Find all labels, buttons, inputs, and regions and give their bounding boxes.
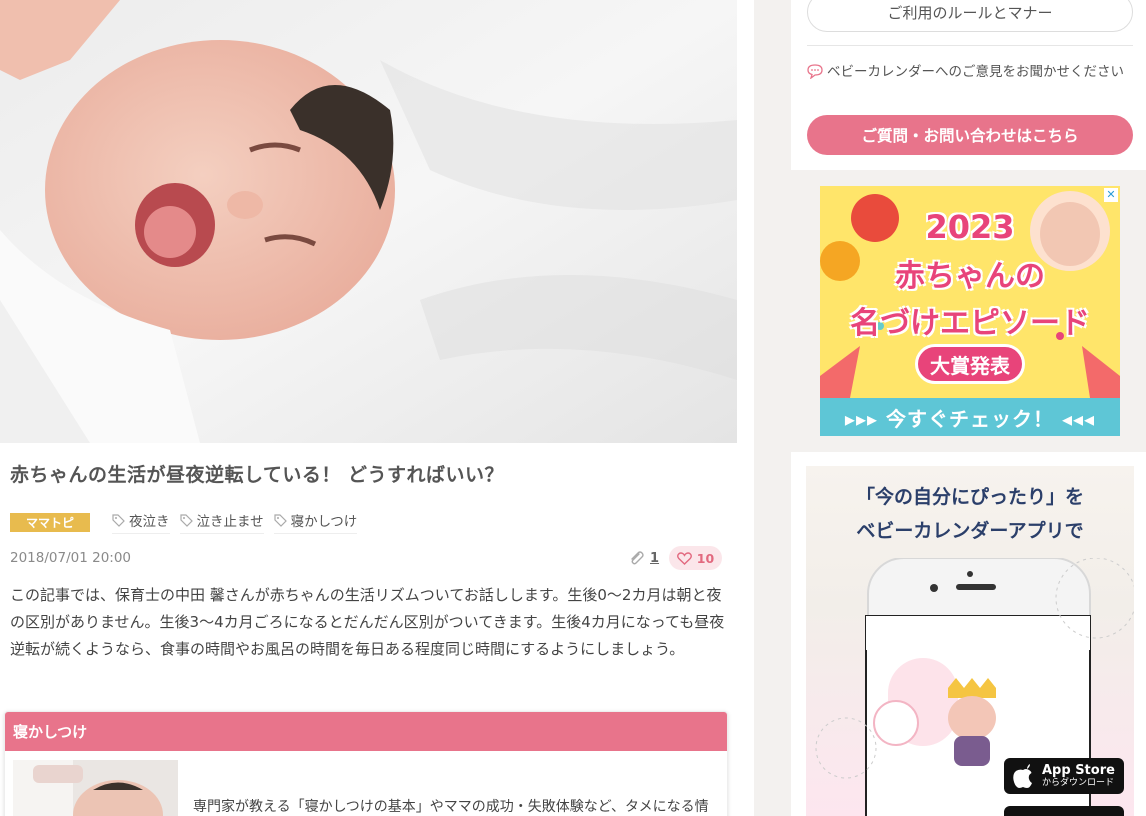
- app-promo-ad[interactable]: 「今の自分にぴったり」を ベビーカレンダーアプリで App Store からダウ…: [806, 466, 1134, 816]
- article-hero-image: [0, 0, 737, 443]
- apple-icon: [1013, 764, 1032, 788]
- tag-label: 泣き止ませ: [196, 514, 264, 530]
- app-store-badge[interactable]: App Store からダウンロード: [1004, 758, 1124, 794]
- clip-button[interactable]: 1: [628, 550, 659, 566]
- sidebar-support-box: ご利用のルールとマナー ベビーカレンダーへのご意見をお聞かせください ご質問・お…: [791, 0, 1146, 170]
- ad-headline-2: 名づけエピソード: [850, 306, 1090, 341]
- close-icon[interactable]: ✕: [1104, 188, 1118, 202]
- tag-icon: [274, 513, 287, 527]
- ad-year: 2023: [925, 208, 1015, 246]
- contact-button[interactable]: ご質問・お問い合わせはこちら: [807, 115, 1133, 155]
- related-thumbnail[interactable]: [13, 760, 178, 816]
- feedback-text: ベビーカレンダーへのご意見をお聞かせください: [807, 62, 1133, 83]
- related-description: 専門家が教える「寝かしつけの基本」やママの成功・失敗体験など、タメになる情: [193, 799, 709, 815]
- article-date: 2018/07/01 20:00: [10, 550, 132, 566]
- tag-icon: [112, 513, 125, 527]
- app-promo-line-1: 「今の自分にぴったり」を: [855, 486, 1084, 508]
- article-meta: ママトピ 夜泣き 泣き止ませ 寝かしつけ: [10, 510, 358, 534]
- article-title: 赤ちゃんの生活が昼夜逆転している！ どうすればいい？: [10, 464, 505, 486]
- tag-link[interactable]: 寝かしつけ: [273, 510, 358, 534]
- tag-link[interactable]: 泣き止ませ: [179, 510, 264, 534]
- ad-cta[interactable]: ▸▸▸ 今すぐチェック！ ◂◂◂: [820, 398, 1120, 436]
- google-play-badge[interactable]: [1004, 806, 1124, 816]
- tag-link[interactable]: 夜泣き: [112, 510, 170, 534]
- app-store-subtitle: からダウンロード: [1042, 777, 1115, 788]
- feedback-label: ベビーカレンダーへのご意見をお聞かせください: [827, 64, 1124, 80]
- ad-headline-1: 赤ちゃんの: [895, 259, 1045, 294]
- ad-award-badge: 大賞発表: [915, 344, 1025, 384]
- speech-bubble-icon: [807, 64, 823, 80]
- tag-label: 寝かしつけ: [290, 514, 358, 530]
- clip-count: 1: [650, 550, 660, 566]
- main-content: 赤ちゃんの生活が昼夜逆転している！ どうすればいい？ ママトピ 夜泣き 泣き止ま…: [0, 0, 754, 816]
- related-heading: 寝かしつけ: [5, 712, 727, 751]
- tag-icon: [179, 513, 193, 527]
- related-card[interactable]: 寝かしつけ 専門家が教える「寝かしつけの基本」やママの成功・失敗体験など、タメに…: [4, 711, 728, 816]
- paperclip-icon: [631, 551, 644, 565]
- like-count: 10: [696, 550, 715, 566]
- rules-button[interactable]: ご利用のルールとマナー: [807, 0, 1133, 32]
- like-button[interactable]: 10: [669, 546, 722, 570]
- tag-label: 夜泣き: [129, 514, 170, 530]
- category-badge[interactable]: ママトピ: [10, 512, 90, 532]
- banner-ad-naming-episode[interactable]: ✕ 2023 赤ちゃんの 名づけエピソード 大賞発表 ▸▸▸ 今すぐチェック！ …: [820, 186, 1120, 436]
- article-description: この記事では、保育士の中田 馨さんが赤ちゃんの生活リズムついてお話しします。生後…: [10, 586, 725, 658]
- divider: [807, 45, 1133, 46]
- app-store-title: App Store: [1042, 762, 1115, 778]
- app-promo-line-2: ベビーカレンダーアプリで: [856, 520, 1084, 542]
- heart-icon: [676, 551, 692, 565]
